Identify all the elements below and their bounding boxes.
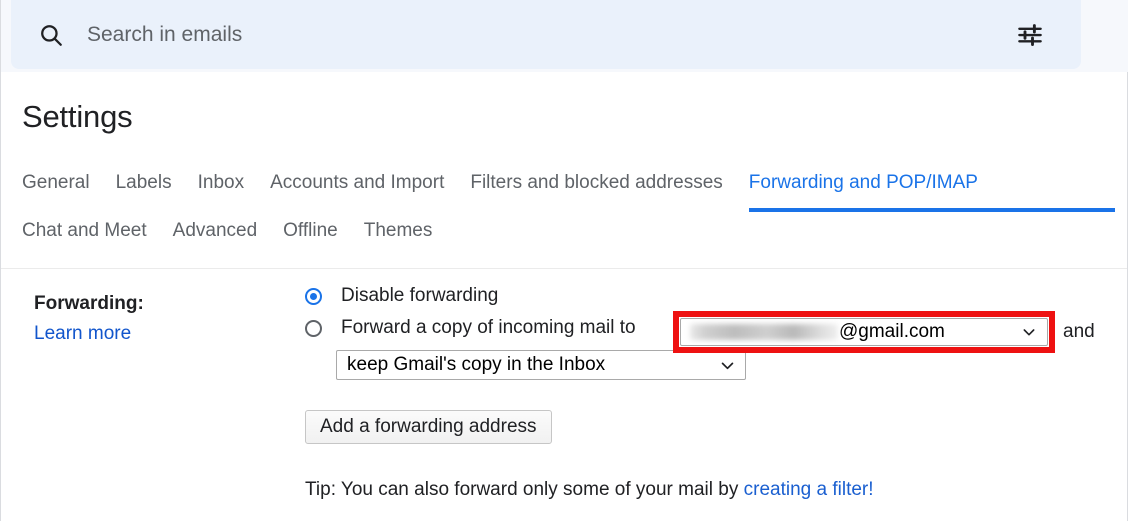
forwarding-options-column: Disable forwarding Forward a copy of inc… <box>305 282 1105 500</box>
tab-advanced[interactable]: Advanced <box>173 212 258 257</box>
tab-offline[interactable]: Offline <box>283 212 338 257</box>
forwarding-label: Forwarding: <box>34 293 144 314</box>
settings-page: Settings General Labels Inbox Accounts a… <box>0 0 1128 521</box>
forwarding-address-domain: @gmail.com <box>839 321 945 342</box>
forwarding-label-column: Forwarding: Learn more <box>34 291 284 347</box>
tab-inbox[interactable]: Inbox <box>198 164 244 212</box>
keep-copy-select[interactable]: keep Gmail's copy in the Inbox <box>336 350 746 380</box>
search-icon[interactable] <box>37 21 65 49</box>
tab-chat-and-meet[interactable]: Chat and Meet <box>22 212 147 257</box>
creating-a-filter-link[interactable]: creating a filter! <box>744 479 874 500</box>
add-forwarding-address-button[interactable]: Add a forwarding address <box>305 410 552 444</box>
and-text: and <box>1063 321 1095 342</box>
tab-forwarding-and-pop-imap[interactable]: Forwarding and POP/IMAP <box>748 164 1115 212</box>
disable-forwarding-row[interactable]: Disable forwarding <box>305 282 1105 310</box>
tip-text: Tip: You can also forward only some of y… <box>305 477 874 503</box>
tab-row-secondary: Chat and Meet Advanced Offline Themes <box>22 212 1115 257</box>
tabs-divider <box>1 268 1127 269</box>
disable-forwarding-label: Disable forwarding <box>341 285 499 306</box>
forward-copy-label: Forward a copy of incoming mail to <box>341 317 636 338</box>
radio-disable-forwarding[interactable] <box>305 287 322 305</box>
tab-accounts-and-import[interactable]: Accounts and Import <box>270 164 444 212</box>
search-box[interactable] <box>11 0 1081 69</box>
redacted-username <box>690 324 838 340</box>
keep-copy-value: keep Gmail's copy in the Inbox <box>347 354 606 375</box>
search-header <box>1 0 1128 72</box>
tab-themes[interactable]: Themes <box>364 212 433 257</box>
radio-forward-copy[interactable] <box>305 319 322 337</box>
page-title: Settings <box>22 99 133 134</box>
tab-general[interactable]: General <box>22 164 90 212</box>
tab-row-primary: General Labels Inbox Accounts and Import… <box>22 164 1115 212</box>
tab-filters-and-blocked-addresses[interactable]: Filters and blocked addresses <box>470 164 722 212</box>
tab-labels[interactable]: Labels <box>116 164 172 212</box>
learn-more-link[interactable]: Learn more <box>34 321 131 347</box>
search-input[interactable] <box>87 22 1013 47</box>
chevron-down-icon[interactable] <box>718 356 736 374</box>
tip-prefix: Tip: You can also forward only some of y… <box>305 479 744 500</box>
settings-tabs: General Labels Inbox Accounts and Import… <box>22 164 1115 257</box>
tune-filter-icon[interactable] <box>1013 18 1047 52</box>
chevron-down-icon[interactable] <box>1020 323 1038 341</box>
forwarding-address-select[interactable]: @gmail.com <box>680 318 1048 346</box>
